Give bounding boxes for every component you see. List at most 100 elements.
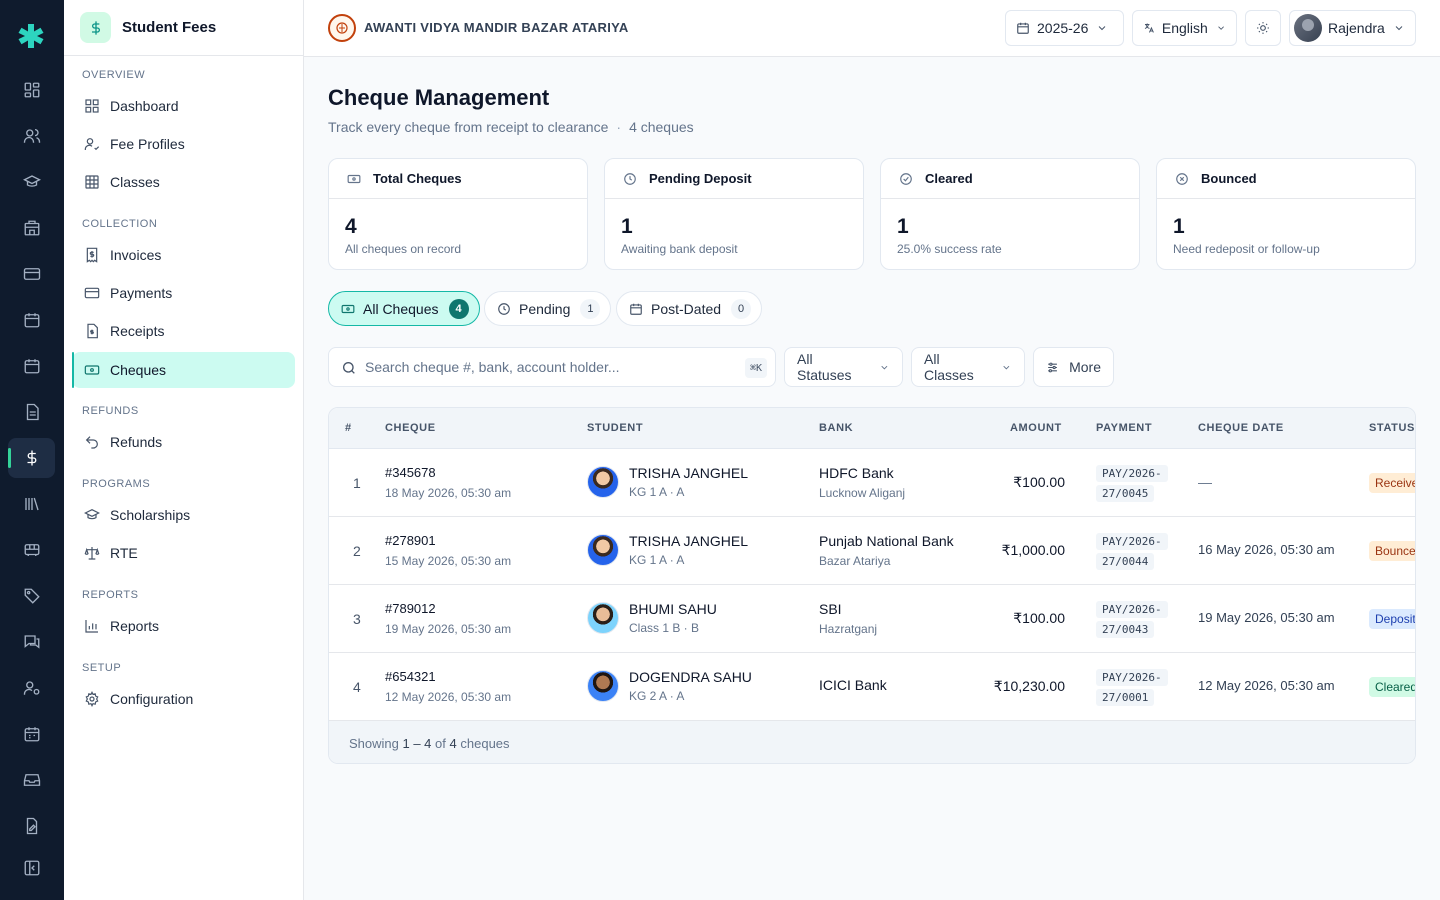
- session-select[interactable]: 2025-26: [1005, 10, 1124, 46]
- payment-ref-line1[interactable]: PAY/2026-: [1096, 669, 1168, 686]
- sliders-icon: [1048, 362, 1057, 372]
- sidebar-item-label: Reports: [110, 618, 160, 634]
- sidebar-item-receipts[interactable]: Receipts: [72, 313, 295, 349]
- rail-graduation-icon[interactable]: [8, 162, 55, 202]
- user-name: Rajendra: [1328, 20, 1385, 36]
- rail-user-settings-icon[interactable]: [8, 668, 55, 708]
- rail-users-icon[interactable]: [8, 116, 55, 156]
- language-value: English: [1161, 20, 1208, 36]
- student-photo: [587, 602, 619, 634]
- column-header-payment[interactable]: Payment: [1096, 422, 1152, 434]
- app-logo-icon[interactable]: [17, 22, 45, 50]
- more-filters-button[interactable]: More: [1033, 347, 1114, 387]
- status-badge: Received: [1369, 473, 1415, 493]
- rail-schedule-icon[interactable]: [8, 714, 55, 754]
- bank-name: ICICI Bank: [819, 677, 887, 693]
- stat-desc: 25.0% success rate: [897, 242, 1002, 256]
- sidebar-item-label: Refunds: [110, 434, 163, 450]
- table-row[interactable]: 2 #278901 15 May 2026, 05:30 am TRISHA J…: [329, 517, 1415, 585]
- sidebar-item-scholarships[interactable]: Scholarships: [72, 497, 295, 533]
- sidebar-item-invoices[interactable]: Invoices: [72, 237, 295, 273]
- rail-document-icon[interactable]: [8, 392, 55, 432]
- bank-branch: Hazratganj: [819, 622, 878, 636]
- sidebar-item-payments[interactable]: Payments: [72, 275, 295, 311]
- payment-ref-line2[interactable]: 27/0045: [1096, 485, 1155, 502]
- check-circle-icon: [900, 172, 912, 185]
- rail-card-icon[interactable]: [8, 254, 55, 294]
- sidebar-item-reports[interactable]: Reports: [72, 608, 295, 644]
- section-label-setup: Setup: [82, 662, 122, 674]
- cheque-icon: [341, 304, 355, 313]
- column-header-student[interactable]: Student: [587, 422, 643, 434]
- undo-icon: [85, 436, 98, 449]
- rail-inbox-icon[interactable]: [8, 760, 55, 800]
- payment-ref-line1[interactable]: PAY/2026-: [1096, 533, 1168, 550]
- search-input[interactable]: [365, 348, 735, 386]
- table-row[interactable]: 3 #789012 19 May 2026, 05:30 am BHUMI SA…: [329, 585, 1415, 653]
- sidebar-item-fee-profiles[interactable]: Fee Profiles: [72, 126, 295, 162]
- stat-desc: All cheques on record: [345, 242, 462, 256]
- column-header-amount[interactable]: Amount: [1010, 422, 1062, 434]
- user-menu-button[interactable]: Rajendra: [1289, 10, 1416, 46]
- page-subtitle: Track every cheque from receipt to clear…: [328, 119, 694, 135]
- sidebar-item-configuration[interactable]: Configuration: [72, 681, 295, 717]
- sidebar-item-label: Scholarships: [110, 507, 191, 523]
- language-select[interactable]: English: [1132, 10, 1237, 46]
- rail-calendar-2-icon[interactable]: [8, 346, 55, 386]
- table-row[interactable]: 1 #345678 18 May 2026, 05:30 am TRISHA J…: [329, 449, 1415, 517]
- cheque-number[interactable]: #278901: [385, 533, 436, 548]
- rail-dashboard-icon[interactable]: [8, 70, 55, 110]
- payment-ref-line2[interactable]: 27/0001: [1096, 689, 1155, 706]
- cheque-number[interactable]: #654321: [385, 669, 436, 684]
- payment-ref-line1[interactable]: PAY/2026-: [1096, 601, 1168, 618]
- table-row[interactable]: 4 #654321 12 May 2026, 05:30 am DOGENDRA…: [329, 653, 1415, 721]
- student-name[interactable]: TRISHA JANGHEL: [629, 533, 748, 549]
- status-filter-select[interactable]: All Statuses: [784, 347, 903, 387]
- chevron-down-icon: [1395, 26, 1403, 31]
- column-header-cheque[interactable]: Cheque: [385, 422, 436, 434]
- sidebar-item-classes[interactable]: Classes: [72, 164, 295, 200]
- footer-of: of: [435, 735, 446, 751]
- sidebar-item-label: Dashboard: [110, 98, 179, 114]
- cheque-count-text: 4 cheques: [629, 119, 694, 135]
- rail-library-icon[interactable]: [8, 484, 55, 524]
- payment-ref-line1[interactable]: PAY/2026-: [1096, 465, 1168, 482]
- theme-toggle-button[interactable]: [1245, 10, 1281, 46]
- payment-ref-line2[interactable]: 27/0044: [1096, 553, 1155, 570]
- class-filter-select[interactable]: All Classes: [911, 347, 1025, 387]
- rail-calendar-icon[interactable]: [8, 300, 55, 340]
- sidebar-item-rte[interactable]: RTE: [72, 535, 295, 571]
- rail-bus-icon[interactable]: [8, 530, 55, 570]
- sidebar-item-refunds[interactable]: Refunds: [72, 424, 295, 460]
- rail-building-icon[interactable]: [8, 208, 55, 248]
- column-header-status[interactable]: Status: [1369, 422, 1415, 434]
- school-name: AWANTI VIDYA MANDIR BAZAR ATARIYA: [364, 20, 629, 35]
- sidebar-item-cheques[interactable]: Cheques: [72, 352, 295, 388]
- rail-collapse-icon[interactable]: [8, 848, 55, 888]
- stat-value: 4: [345, 215, 357, 238]
- sidebar-item-dashboard[interactable]: Dashboard: [72, 88, 295, 124]
- tab-all-cheques[interactable]: All Cheques 4: [328, 291, 480, 326]
- tab-post-dated[interactable]: Post-Dated 0: [616, 291, 763, 326]
- payment-ref-line2[interactable]: 27/0043: [1096, 621, 1155, 638]
- cheque-number[interactable]: #789012: [385, 601, 436, 616]
- rail-messages-icon[interactable]: [8, 622, 55, 662]
- column-header-cheque-date[interactable]: Cheque Date: [1198, 422, 1284, 434]
- student-name[interactable]: BHUMI SAHU: [629, 601, 717, 617]
- x-circle-icon: [1176, 172, 1188, 185]
- rail-fees-icon[interactable]: [8, 438, 55, 478]
- rail-file-edit-icon[interactable]: [8, 806, 55, 846]
- student-name[interactable]: DOGENDRA SAHU: [629, 669, 752, 685]
- tab-pending[interactable]: Pending 1: [484, 291, 612, 326]
- rail-tag-icon[interactable]: [8, 576, 55, 616]
- search-box: ⌘K: [328, 347, 776, 387]
- cheque-number[interactable]: #345678: [385, 465, 436, 480]
- cheque-date: 16 May 2026, 05:30 am: [1198, 542, 1335, 557]
- table-icon: [85, 175, 99, 189]
- stat-desc: Awaiting bank deposit: [621, 242, 738, 256]
- cheque-amount: ₹10,230.00: [993, 678, 1065, 694]
- sidebar-item-label: Configuration: [110, 691, 194, 707]
- calendar-icon: [630, 303, 642, 315]
- column-header-bank[interactable]: Bank: [819, 422, 853, 434]
- student-name[interactable]: TRISHA JANGHEL: [629, 465, 748, 481]
